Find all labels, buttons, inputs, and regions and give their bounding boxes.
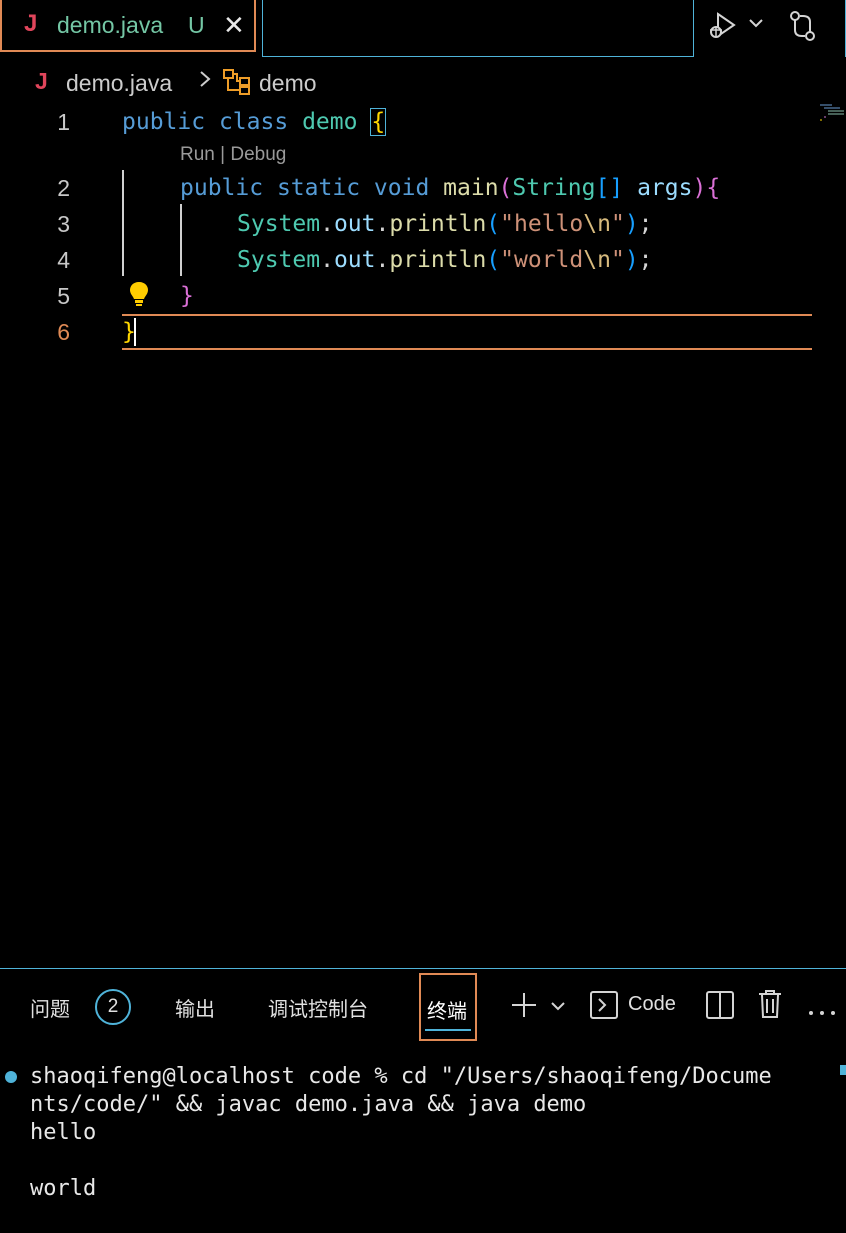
line-number: 5 xyxy=(57,283,70,309)
field: out xyxy=(333,211,376,237)
method-call: println xyxy=(389,247,487,273)
indent-guide xyxy=(122,170,124,276)
escape-sequence: \n xyxy=(583,247,611,273)
more-actions-icon[interactable] xyxy=(808,1003,836,1021)
plus-icon[interactable] xyxy=(510,991,538,1024)
tab-bar: J demo.java U ✕ xyxy=(0,0,846,57)
string: " xyxy=(610,211,625,237)
semicolon: ; xyxy=(638,247,653,273)
chevron-down-icon[interactable] xyxy=(748,16,764,34)
line-number: 3 xyxy=(57,211,70,237)
class-name: demo xyxy=(302,109,358,135)
actions-border xyxy=(693,0,694,57)
java-file-icon: J xyxy=(24,10,38,37)
breadcrumb-file[interactable]: demo.java xyxy=(66,70,172,97)
dot: . xyxy=(375,211,390,237)
class-ref: System xyxy=(237,247,321,273)
breadcrumb-symbol[interactable]: demo xyxy=(259,70,317,97)
chevron-right-icon xyxy=(198,68,212,96)
field: out xyxy=(333,247,376,273)
tab-separator xyxy=(262,0,263,57)
split-terminal-icon[interactable] xyxy=(706,991,734,1024)
code-line-5: } xyxy=(180,283,194,309)
line-number: 1 xyxy=(57,109,70,135)
problems-count-badge: 2 xyxy=(95,989,131,1025)
tab-filename: demo.java xyxy=(57,12,164,38)
keyword: public xyxy=(122,109,206,135)
run-debug-icon[interactable] xyxy=(706,10,740,47)
line-number: 4 xyxy=(57,247,70,273)
paren: ) xyxy=(624,247,639,273)
git-compare-icon[interactable] xyxy=(788,10,818,47)
code-line-4: System.out.println("world\n"); xyxy=(237,247,653,273)
close-icon[interactable]: ✕ xyxy=(223,10,245,41)
active-tab-underline xyxy=(425,1029,471,1031)
keyword: static xyxy=(276,175,361,201)
brace: { xyxy=(706,175,721,201)
matched-brace: { xyxy=(370,108,387,136)
keyword: void xyxy=(373,175,430,201)
tab-problems[interactable]: 问题 xyxy=(30,993,70,1022)
terminal-line: shaoqifeng@localhost code % cd "/Users/s… xyxy=(30,1064,772,1089)
terminal-output[interactable]: shaoqifeng@localhost code % cd "/Users/s… xyxy=(30,1063,772,1203)
codelens-run-debug[interactable]: Run | Debug xyxy=(180,144,286,166)
string: "hello xyxy=(500,211,584,237)
current-line-highlight xyxy=(122,314,812,350)
dot: . xyxy=(320,247,334,273)
string: " xyxy=(610,247,625,273)
terminal-line: world xyxy=(30,1176,97,1201)
terminal-name[interactable]: Code xyxy=(628,993,676,1016)
editor-tab-demo-java[interactable]: J demo.java U ✕ xyxy=(0,0,256,52)
minimap[interactable] xyxy=(818,104,846,128)
chevron-down-icon[interactable] xyxy=(550,999,566,1017)
keyword: public xyxy=(180,175,264,201)
semicolon: ; xyxy=(638,211,653,237)
tab-output[interactable]: 输出 xyxy=(175,993,215,1022)
bottom-panel: 问题 2 输出 调试控制台 终端 Code shaoqifeng@localho… xyxy=(0,968,846,1233)
parameter: args xyxy=(637,175,693,201)
code-line-3: System.out.println("hello\n"); xyxy=(237,211,653,237)
tab-terminal-label: 终端 xyxy=(427,1001,467,1023)
paren: ) xyxy=(692,175,707,201)
class-symbol-icon xyxy=(222,68,252,102)
escape-sequence: \n xyxy=(583,211,611,237)
string: "world xyxy=(500,247,584,273)
keyword: class xyxy=(218,109,289,135)
lightbulb-icon[interactable] xyxy=(128,280,150,313)
java-file-icon: J xyxy=(35,68,48,94)
brace: } xyxy=(180,283,194,309)
paren: ( xyxy=(486,247,501,273)
code-editor[interactable]: 1 2 3 4 5 6 public class demo { Run | De… xyxy=(0,104,846,966)
text-cursor xyxy=(134,318,136,346)
untracked-badge: U xyxy=(188,12,205,38)
code-line-1: public class demo { xyxy=(122,108,387,136)
method-name: main xyxy=(443,175,499,201)
indent-guide xyxy=(180,204,182,276)
brackets: [] xyxy=(595,175,624,201)
tab-debug-console[interactable]: 调试控制台 xyxy=(268,993,368,1022)
line-number-active: 6 xyxy=(57,319,70,345)
code-line-2: public static void main(String[] args){ xyxy=(180,175,720,201)
dot: . xyxy=(375,247,390,273)
breadcrumb: J demo.java demo xyxy=(0,62,846,102)
terminal-line: hello xyxy=(30,1120,97,1145)
trash-icon[interactable] xyxy=(758,989,782,1024)
terminal-line: nts/code/" && javac demo.java && java de… xyxy=(30,1092,587,1117)
method-call: println xyxy=(389,211,487,237)
paren: ) xyxy=(624,211,639,237)
paren: ( xyxy=(498,175,513,201)
terminal-icon[interactable] xyxy=(590,991,618,1024)
paren: ( xyxy=(486,211,501,237)
command-status-dot xyxy=(5,1071,17,1083)
tab-bar-border xyxy=(262,56,694,57)
line-number: 2 xyxy=(57,175,70,201)
tab-terminal[interactable]: 终端 xyxy=(419,973,477,1041)
class-ref: System xyxy=(237,211,321,237)
terminal-scrollbar[interactable] xyxy=(840,1065,846,1075)
type-name: String xyxy=(512,175,596,201)
dot: . xyxy=(320,211,334,237)
